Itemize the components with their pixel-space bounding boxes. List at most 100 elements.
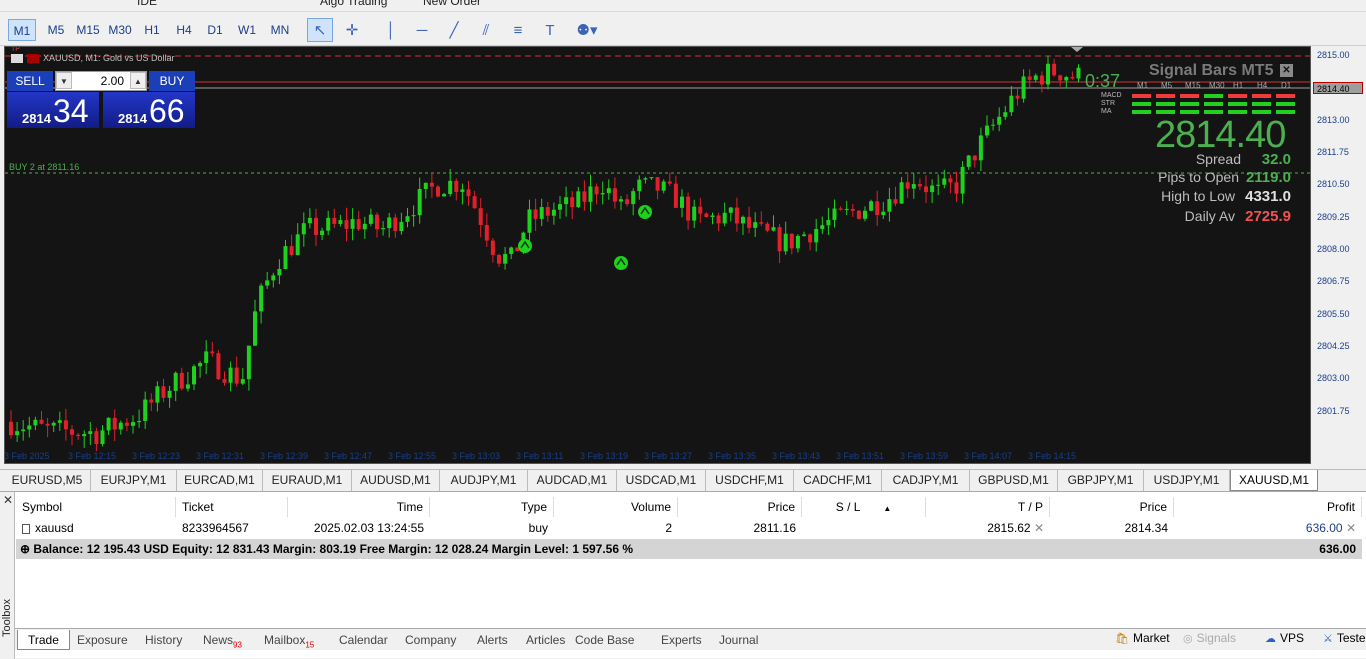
fibonacci-icon[interactable]: ≡ [505,18,531,42]
candle [655,176,660,200]
algo-trading-button[interactable]: Algo Trading [320,0,387,10]
candle [704,212,709,218]
symbol-tab[interactable]: GBPJPY,M1 [1058,470,1144,491]
chart-toolbar: M1 M5 M15 M30 H1 H4 D1 W1 MN ↖ ✛ │ ─ ╱ ⫽… [0,12,1366,46]
row-tp[interactable]: 2815.62 ✕ [926,518,1050,538]
remove-tp-icon[interactable]: ✕ [1034,521,1044,535]
col-symbol[interactable]: Symbol [16,497,176,517]
time-axis[interactable]: 3 Feb 2025 3 Feb 12:15 3 Feb 12:23 3 Feb 12… [4,449,1311,465]
toolbox-tab[interactable]: Company [405,630,456,650]
timeframe-h4[interactable]: H4 [170,19,198,41]
close-icon[interactable]: ✕ [1280,64,1293,77]
toolbox-tab[interactable]: Mailbox15 [264,630,314,650]
symbol-tab[interactable]: EURAUD,M1 [263,470,352,491]
expand-icon[interactable]: ⊕ [20,542,30,556]
ide-button[interactable]: IDE [137,0,157,10]
new-order-button[interactable]: New Order [423,0,481,10]
time-label: 3 Feb 13:43 [772,451,821,461]
toolbox-tab[interactable]: Experts [661,630,702,650]
signals-button[interactable]: ◎ Signals [1183,631,1236,645]
symbol-tab[interactable]: USDJPY,M1 [1144,470,1230,491]
timeframe-d1[interactable]: D1 [201,19,229,41]
vps-button[interactable]: ☁ VPS [1265,631,1304,645]
price-label: 2806.75 [1317,276,1350,286]
col-tp[interactable]: T / P [926,497,1050,517]
tester-button[interactable]: ⚔Tester [1323,631,1366,645]
toolbox-tab[interactable]: History [145,630,182,650]
candle [295,223,300,256]
market-button[interactable]: 🛍 Market [1115,631,1170,645]
timeframe-m1[interactable]: M1 [8,19,36,41]
toolbox-tab[interactable]: Trade [17,630,70,650]
shapes-icon[interactable]: ⚉▾ [569,18,605,42]
text-icon[interactable]: T [537,18,563,42]
col-volume[interactable]: Volume [554,497,678,517]
time-label: 3 Feb 13:19 [580,451,629,461]
toolbox-tab[interactable]: Calendar [339,630,388,650]
toolbox-tab[interactable]: Alerts [477,630,508,650]
symbol-tab[interactable]: EURCAD,M1 [177,470,263,491]
candle [179,367,184,391]
candle [57,411,62,431]
toolbox-tab[interactable]: Exposure [77,630,128,650]
candle [192,364,196,391]
pips-to-open-value: 2119.0 [1245,169,1291,186]
symbol-tab[interactable]: AUDCAD,M1 [528,470,617,491]
sell-price[interactable]: 2814 34 [7,92,99,129]
sell-button[interactable]: SELL [7,71,53,91]
toolbox-tab[interactable]: Articles [526,630,565,650]
timeframe-mn[interactable]: MN [265,19,295,41]
toolbox-tab[interactable]: Code Base [575,630,634,650]
timeframe-m15[interactable]: M15 [72,19,104,41]
candle [82,430,87,448]
col-ticket[interactable]: Ticket [176,497,288,517]
close-position-icon[interactable]: ✕ [1346,521,1356,535]
symbol-tab[interactable]: CADJPY,M1 [882,470,970,491]
timeframe-m5[interactable]: M5 [42,19,70,41]
market-icon: 🛍 [1115,633,1129,645]
candle [899,176,904,204]
col-sl[interactable]: S / L ▲ [802,497,926,517]
lot-increase-icon[interactable]: ▲ [130,72,146,89]
timeframe-w1[interactable]: W1 [233,19,261,41]
timeframe-h1[interactable]: H1 [138,19,166,41]
price-axis[interactable]: 2815.00 2813.00 2811.75 2810.50 2809.25 2808.… [1311,46,1366,464]
tab-badge: 15 [305,640,315,650]
timeframe-m30[interactable]: M30 [104,19,136,41]
lot-decrease-icon[interactable]: ▼ [56,72,72,89]
symbol-tab[interactable]: AUDUSD,M1 [352,470,440,491]
channel-icon[interactable]: ⫽ [473,18,499,42]
crosshair-icon[interactable]: ✛ [339,18,365,42]
symbol-tab[interactable]: CADCHF,M1 [794,470,882,491]
symbol-tab[interactable]: AUDJPY,M1 [440,470,528,491]
symbol-tab[interactable]: XAUUSD,M1 [1230,470,1318,491]
chart-list-icon[interactable] [11,54,23,64]
col-current-price[interactable]: Price [1050,497,1174,517]
vertical-line-icon[interactable]: │ [378,18,404,42]
candle [582,180,587,211]
position-icon [22,523,30,534]
toolbox-tab[interactable]: News93 [203,630,242,650]
symbol-tab[interactable]: GBPUSD,M1 [970,470,1058,491]
trend-line-icon[interactable]: ╱ [441,18,467,42]
cursor-icon[interactable]: ↖ [307,18,333,42]
horizontal-line-icon[interactable]: ─ [409,18,435,42]
col-price[interactable]: Price [678,497,802,517]
symbol-tab[interactable]: USDCAD,M1 [617,470,706,491]
signal-bar [1252,94,1271,98]
candle [436,184,440,198]
signal-bar [1180,94,1199,98]
symbol-tab[interactable]: USDCHF,M1 [706,470,794,491]
col-profit[interactable]: Profit [1174,497,1362,517]
symbol-tab[interactable]: EURJPY,M1 [91,470,177,491]
toolbox-tab[interactable]: Journal [719,630,758,650]
candle [399,212,404,235]
close-icon[interactable]: ✕ [3,493,13,507]
col-type[interactable]: Type [430,497,554,517]
price-chart[interactable]: TP XAUUSD, M1: Gold vs US Dollar BUY 2 a… [4,46,1311,464]
buy-price[interactable]: 2814 66 [103,92,195,129]
symbol-tab[interactable]: EURUSD,M5 [4,470,91,491]
row-sl[interactable] [802,518,926,538]
col-time[interactable]: Time [288,497,430,517]
buy-button[interactable]: BUY [149,71,195,91]
